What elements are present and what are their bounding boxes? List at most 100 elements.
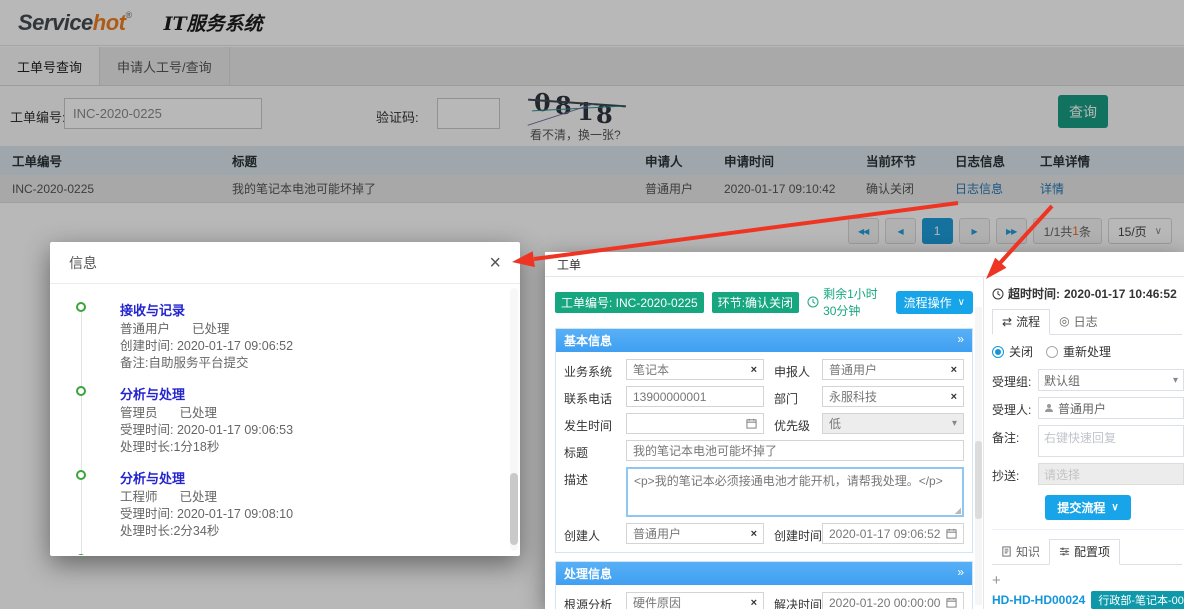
timeline-step-link[interactable]: 分析与处理 xyxy=(120,384,502,403)
workorder-sidebar: 超时时间: 2020-01-17 10:46:52 ⇄流程 ◎日志 关闭 重新处… xyxy=(983,277,1184,609)
calendar-icon xyxy=(946,597,957,608)
workorder-panel: 工单 工单编号: INC-2020-0225 环节:确认关闭 剩余1小时30分钟… xyxy=(545,252,1184,609)
timeout-value: 2020-01-17 10:46:52 xyxy=(1064,287,1177,301)
role: 普通用户 xyxy=(120,322,170,336)
log-dialog: 信息 × 接收与记录 普通用户已处理 创建时间: 2020-01-17 09:0… xyxy=(50,242,520,556)
process-actions-button[interactable]: 流程操作∨ xyxy=(896,291,973,314)
section-title: 处理信息 xyxy=(564,565,612,582)
tab-label: 知识 xyxy=(1016,543,1040,560)
group-label: 受理组: xyxy=(992,369,1038,391)
business-system-field[interactable]: 笔记本× xyxy=(626,359,764,380)
field-value: 2020-01-17 09:06:52 xyxy=(829,527,940,541)
field-value: 默认组 xyxy=(1044,372,1080,389)
clear-icon[interactable]: × xyxy=(751,528,757,540)
clear-icon[interactable]: × xyxy=(951,364,957,376)
form-scrollbar[interactable] xyxy=(975,307,982,605)
remaining-time: 剩余1小时30分钟 xyxy=(807,285,888,319)
chevron-down-icon: ∨ xyxy=(1111,502,1118,513)
screen: Servicehot® IT服务系统 工单号查询 申请人工号/查询 工单编号: … xyxy=(0,0,1184,609)
field-value: 我的笔记本电池可能坏掉了 xyxy=(633,442,777,459)
handle-info-section: 处理信息» 根源分析 硬件原因× 解决时间 2020-01-20 00:00:0… xyxy=(555,561,973,609)
solve-time-field[interactable]: 2020-01-20 00:00:00 xyxy=(822,592,964,609)
timeline-entry: 分析与处理 工程师已处理 受理时间: 2020-01-17 09:08:10 处… xyxy=(76,468,502,540)
timeout-line: 超时时间: 2020-01-17 10:46:52 xyxy=(992,285,1184,302)
tab-log[interactable]: ◎日志 xyxy=(1050,309,1107,334)
tab-knowledge[interactable]: 知识 xyxy=(992,539,1049,564)
section-header: 基本信息 » xyxy=(556,329,972,352)
flow-log-tabs: ⇄流程 ◎日志 xyxy=(992,309,1182,335)
applicant-field[interactable]: 普通用户 × xyxy=(822,359,964,380)
ci-code-link[interactable]: HD-HD-HD00024 xyxy=(992,593,1085,607)
radio-label: 关闭 xyxy=(1009,343,1033,360)
dialog-scrollbar[interactable] xyxy=(510,288,518,551)
creator-field[interactable]: 普通用户× xyxy=(626,523,764,544)
phone-field[interactable]: 13900000001 xyxy=(626,386,764,407)
clear-icon[interactable]: × xyxy=(751,597,757,609)
config-items-icon xyxy=(1059,546,1070,557)
timeline-node-icon xyxy=(76,470,86,480)
field-label: 业务系统 xyxy=(564,359,626,380)
calendar-icon xyxy=(946,528,957,539)
scrollbar-thumb[interactable] xyxy=(510,473,518,545)
process-actions-label: 流程操作 xyxy=(904,294,952,311)
assignee-field[interactable]: 普通用户 xyxy=(1038,397,1184,419)
add-ci-button[interactable]: + xyxy=(992,573,1184,588)
field-label: 部门 xyxy=(764,386,822,407)
action-radio-group: 关闭 重新处理 xyxy=(992,343,1184,360)
radio-reprocess[interactable] xyxy=(1046,346,1058,358)
timeline-step-link[interactable]: 接收与记录 xyxy=(120,300,502,319)
radio-close[interactable] xyxy=(992,346,1004,358)
clock-icon xyxy=(992,288,1004,300)
clear-icon[interactable]: × xyxy=(751,364,757,376)
collapse-icon[interactable]: » xyxy=(957,565,964,582)
section-title: 基本信息 xyxy=(564,332,612,349)
status: 已处理 xyxy=(192,322,230,336)
cc-label: 抄送: xyxy=(992,463,1038,485)
timeout-label: 超时时间: xyxy=(1008,285,1060,302)
section-header: 处理信息 » xyxy=(556,562,972,585)
dialog-body: 接收与记录 普通用户已处理 创建时间: 2020-01-17 09:06:52 … xyxy=(50,284,520,555)
collapse-icon[interactable]: » xyxy=(957,332,964,349)
close-icon[interactable]: × xyxy=(489,253,501,273)
timeline-step-link[interactable]: 分析与处理 xyxy=(120,468,502,487)
field-value: 硬件原因 xyxy=(633,594,681,609)
remaining-text: 剩余1小时30分钟 xyxy=(823,285,888,319)
department-field[interactable]: 永服科技 × xyxy=(822,386,964,407)
priority-select[interactable]: 低▾ xyxy=(822,413,964,434)
description-textarea[interactable]: <p>我的笔记本必须接通电池才能开机，请帮我处理。</p> xyxy=(626,467,964,517)
note-label: 备注: xyxy=(992,425,1038,457)
knowledge-icon xyxy=(1001,546,1012,557)
timeline-role-line: 工程师 已处理 xyxy=(120,489,502,506)
create-time-field[interactable]: 2020-01-17 09:06:52 xyxy=(822,523,964,544)
status: 已处理 xyxy=(180,490,218,504)
status: 已处理 xyxy=(180,406,218,420)
clock-icon xyxy=(807,296,819,308)
tab-flow[interactable]: ⇄流程 xyxy=(992,309,1050,335)
tab-config-items[interactable]: 配置项 xyxy=(1049,539,1120,565)
role: 工程师 xyxy=(120,490,158,504)
title-field[interactable]: 我的笔记本电池可能坏掉了 xyxy=(626,440,964,461)
chevron-down-icon: ▾ xyxy=(1173,375,1178,386)
workorder-form: 工单编号: INC-2020-0225 环节:确认关闭 剩余1小时30分钟 流程… xyxy=(545,277,983,609)
group-select[interactable]: 默认组 ▾ xyxy=(1038,369,1184,391)
field-value: 永服科技 xyxy=(829,388,877,405)
submit-flow-button[interactable]: 提交流程∨ xyxy=(1045,495,1130,520)
tab-label: 配置项 xyxy=(1074,543,1110,560)
panel-title: 工单 xyxy=(545,252,1184,277)
field-value: 低 xyxy=(829,415,841,432)
field-value: 普通用户 xyxy=(829,361,877,378)
chevron-down-icon: ▾ xyxy=(952,418,957,429)
root-cause-field[interactable]: 硬件原因 × xyxy=(626,592,764,609)
occur-time-field[interactable] xyxy=(626,413,764,434)
note-textarea[interactable]: 右键快速回复 xyxy=(1038,425,1184,457)
timeline-time: 创建时间: 2020-01-17 09:06:52 xyxy=(120,338,502,355)
cc-field[interactable]: 请选择 xyxy=(1038,463,1184,485)
scrollbar-thumb[interactable] xyxy=(975,441,982,519)
field-label: 解决时间 xyxy=(764,592,822,609)
clear-icon[interactable]: × xyxy=(951,391,957,403)
dialog-title: 信息 xyxy=(69,253,97,273)
field-label: 创建时间 xyxy=(764,523,822,544)
calendar-icon xyxy=(746,418,757,429)
step-badge: 环节:确认关闭 xyxy=(712,292,799,313)
timeline-step-link[interactable]: 确认关闭 xyxy=(120,552,502,555)
